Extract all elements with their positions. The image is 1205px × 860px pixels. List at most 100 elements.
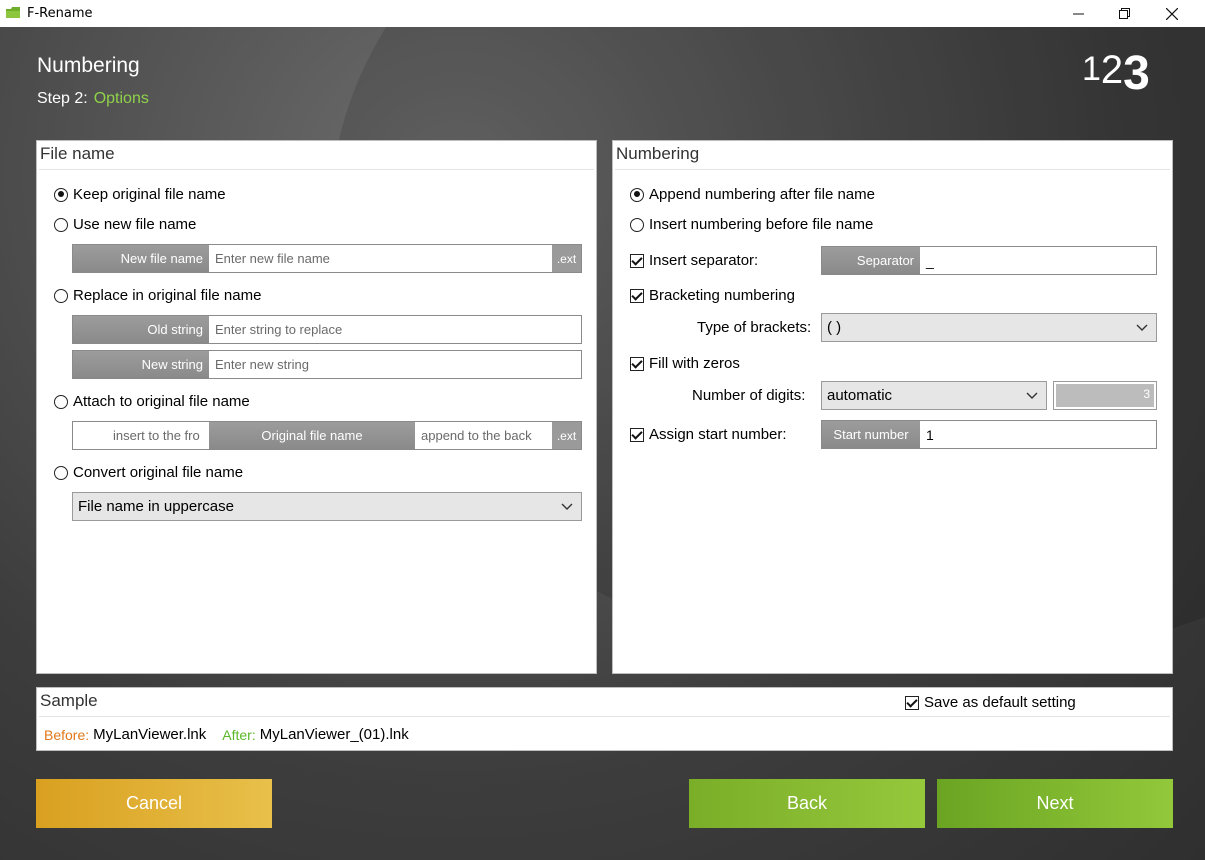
- title-bar: F-Rename: [0, 0, 1205, 27]
- type-of-brackets-label: Type of brackets:: [697, 319, 812, 336]
- logo-digit-2: 2: [1100, 48, 1124, 92]
- panel-divider: [615, 169, 1170, 170]
- separator-input[interactable]: _: [920, 247, 1156, 274]
- convert-radio[interactable]: Convert original file name: [54, 464, 243, 481]
- digits-count-value: 3: [1056, 384, 1154, 407]
- checkbox-indicator: [630, 356, 644, 371]
- keep-original-label: Keep original file name: [73, 186, 226, 203]
- chevron-down-icon: [1026, 392, 1038, 399]
- assign-start-label: Assign start number:: [649, 426, 787, 443]
- next-button[interactable]: Next: [937, 779, 1173, 828]
- start-number-label: Start number: [822, 421, 920, 448]
- before-value: MyLanViewer.lnk: [93, 726, 207, 743]
- save-default-checkbox[interactable]: Save as default setting: [905, 694, 1076, 711]
- minimize-button[interactable]: [1055, 0, 1101, 27]
- assign-start-checkbox[interactable]: Assign start number:: [630, 426, 787, 443]
- use-new-radio[interactable]: Use new file name: [54, 216, 196, 233]
- convert-label: Convert original file name: [73, 464, 244, 481]
- use-new-label: Use new file name: [73, 216, 197, 233]
- checkbox-indicator: [905, 695, 919, 710]
- insert-before-radio[interactable]: Insert numbering before file name: [630, 216, 873, 233]
- keep-original-radio[interactable]: Keep original file name: [54, 186, 226, 203]
- old-string-input[interactable]: Enter string to replace: [209, 316, 581, 343]
- new-string-input[interactable]: Enter new string: [209, 351, 581, 378]
- sample-panel-title: Sample: [40, 691, 98, 710]
- bracketing-checkbox[interactable]: Bracketing numbering: [630, 287, 795, 304]
- replace-radio[interactable]: Replace in original file name: [54, 287, 261, 304]
- attach-original-label: Original file name: [209, 422, 415, 449]
- new-string-field[interactable]: New string Enter new string: [72, 350, 582, 379]
- attach-ext-label: .ext: [552, 422, 581, 449]
- radio-indicator: [630, 217, 644, 232]
- start-number-input[interactable]: 1: [920, 421, 1156, 448]
- checkbox-indicator: [630, 427, 644, 442]
- old-string-label: Old string: [73, 316, 209, 343]
- attach-radio[interactable]: Attach to original file name: [54, 393, 250, 410]
- checkbox-indicator: [630, 253, 644, 268]
- step-name: Options: [93, 90, 149, 107]
- digits-mode-select[interactable]: automatic: [821, 381, 1047, 410]
- close-button[interactable]: [1149, 0, 1195, 27]
- numbering-panel: Numbering Append numbering after file na…: [612, 140, 1173, 674]
- file-name-panel-title: File name: [40, 144, 115, 163]
- insert-separator-label: Insert separator:: [649, 252, 759, 269]
- save-default-label: Save as default setting: [924, 694, 1076, 711]
- sample-preview: Before: MyLanViewer.lnk After: MyLanView…: [44, 726, 409, 743]
- brackets-select[interactable]: ( ): [821, 313, 1157, 342]
- cancel-button[interactable]: Cancel: [36, 779, 272, 828]
- panel-divider: [39, 716, 1170, 717]
- append-after-radio[interactable]: Append numbering after file name: [630, 186, 875, 203]
- radio-indicator: [54, 465, 68, 480]
- close-icon: [1166, 7, 1178, 20]
- after-value: MyLanViewer_(01).lnk: [259, 726, 409, 743]
- fill-zeros-checkbox[interactable]: Fill with zeros: [630, 355, 740, 372]
- app-folder-icon: [6, 7, 20, 18]
- replace-label: Replace in original file name: [73, 287, 262, 304]
- radio-indicator: [54, 394, 68, 409]
- before-label: Before:: [44, 726, 90, 743]
- separator-field[interactable]: Separator _: [821, 246, 1157, 275]
- chevron-down-icon: [1136, 324, 1148, 331]
- old-string-field[interactable]: Old string Enter string to replace: [72, 315, 582, 344]
- file-name-panel: File name Keep original file name Use ne…: [36, 140, 597, 674]
- insert-before-label: Insert numbering before file name: [649, 216, 874, 233]
- radio-indicator: [54, 187, 68, 202]
- chevron-down-icon: [561, 503, 573, 510]
- page-title: Numbering: [37, 54, 140, 77]
- new-file-name-field[interactable]: New file name Enter new file name .ext: [72, 244, 582, 273]
- window-title: F-Rename: [27, 6, 93, 21]
- checkbox-indicator: [630, 288, 644, 303]
- convert-select[interactable]: File name in uppercase: [72, 492, 582, 521]
- panel-divider: [39, 169, 594, 170]
- logo-digit-3: 3: [1123, 47, 1150, 100]
- ext-label: .ext: [552, 245, 581, 272]
- numbering-panel-title: Numbering: [616, 144, 700, 163]
- restore-button[interactable]: [1101, 0, 1147, 27]
- attach-field[interactable]: insert to the fro Original file name app…: [72, 421, 582, 450]
- new-file-name-label: New file name: [73, 245, 209, 272]
- fill-zeros-label: Fill with zeros: [649, 355, 740, 372]
- sample-panel: Sample Save as default setting Before: M…: [36, 687, 1173, 751]
- separator-label: Separator: [822, 247, 920, 274]
- after-label: After:: [222, 726, 256, 743]
- attach-back-input[interactable]: append to the back: [415, 422, 552, 449]
- step-label: Step 2:: [37, 90, 88, 107]
- attach-label: Attach to original file name: [73, 393, 250, 410]
- logo-digit-1: 1: [1082, 50, 1101, 88]
- number-of-digits-label: Number of digits:: [692, 387, 806, 404]
- radio-indicator: [54, 217, 68, 232]
- digits-mode-selected-value: automatic: [827, 387, 893, 404]
- step-indicator: Step 2: Options: [37, 90, 149, 108]
- start-number-field[interactable]: Start number 1: [821, 420, 1157, 449]
- append-after-label: Append numbering after file name: [649, 186, 875, 203]
- new-file-name-input[interactable]: Enter new file name: [209, 245, 552, 272]
- restore-icon: [1118, 8, 1130, 19]
- radio-indicator: [54, 288, 68, 303]
- numbering-logo: 123: [1082, 47, 1150, 101]
- new-string-label: New string: [73, 351, 209, 378]
- back-button[interactable]: Back: [689, 779, 925, 828]
- radio-indicator: [630, 187, 644, 202]
- digits-count-field: 3: [1053, 381, 1157, 410]
- insert-separator-checkbox[interactable]: Insert separator:: [630, 252, 758, 269]
- attach-front-input[interactable]: insert to the fro: [73, 422, 209, 449]
